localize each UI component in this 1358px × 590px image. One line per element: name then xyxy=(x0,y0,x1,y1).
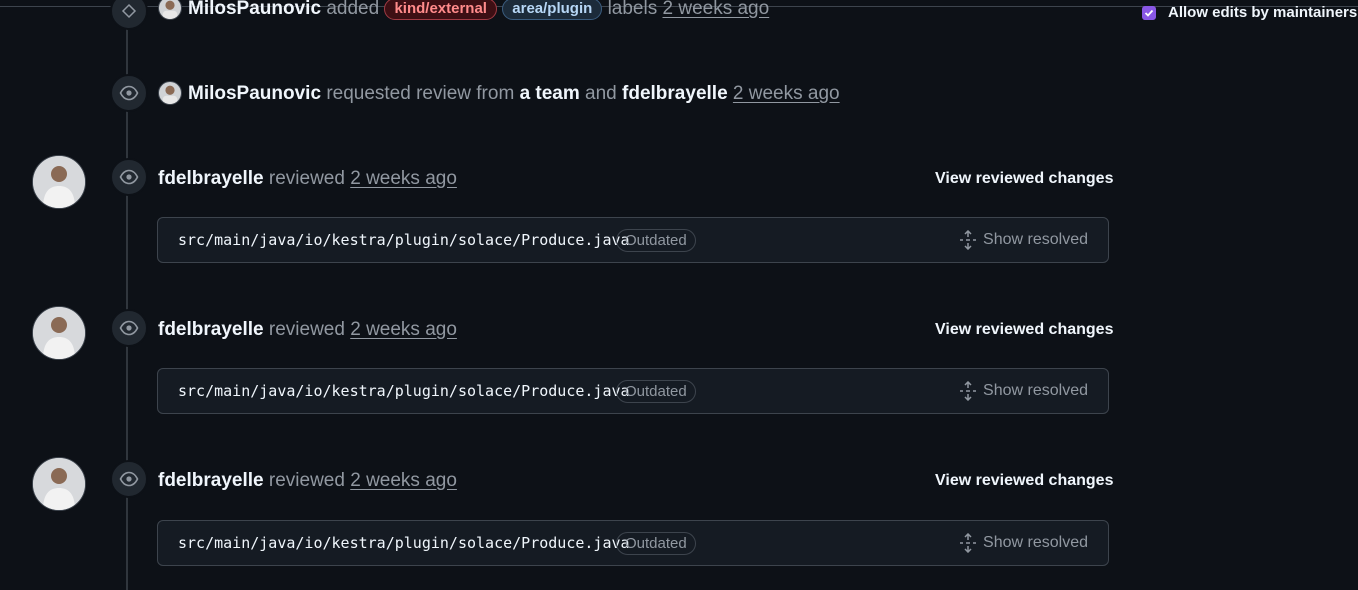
allow-edits-label: Allow edits by maintainers xyxy=(1168,4,1358,21)
check-icon xyxy=(1144,9,1154,17)
label-area-plugin[interactable]: area/plugin xyxy=(502,0,603,20)
outdated-badge: Outdated xyxy=(616,380,696,403)
event-verb: reviewed xyxy=(268,168,345,189)
actor-link[interactable]: MilosPaunovic xyxy=(188,0,321,19)
eye-icon xyxy=(119,85,139,101)
timestamp-link[interactable]: 2 weeks ago xyxy=(663,0,770,19)
view-reviewed-changes-button[interactable]: View reviewed changes xyxy=(935,472,1113,490)
team-link[interactable]: a team xyxy=(520,83,580,104)
and-text: and xyxy=(585,83,617,104)
file-path-link[interactable]: src/main/java/io/kestra/plugin/solace/Pr… xyxy=(178,534,630,552)
labels-event: MilosPaunovic added kind/external area/p… xyxy=(158,0,769,20)
review-request-event: MilosPaunovic requested review from a te… xyxy=(158,81,840,105)
allow-edits-checkbox[interactable] xyxy=(1142,5,1156,20)
outdated-badge: Outdated xyxy=(616,532,696,555)
review-event: fdelbrayelle reviewed 2 weeks ago xyxy=(158,470,457,492)
file-path-link[interactable]: src/main/java/io/kestra/plugin/solace/Pr… xyxy=(178,231,630,249)
avatar[interactable] xyxy=(158,0,182,20)
event-verb: reviewed xyxy=(268,319,345,340)
tag-icon xyxy=(121,3,137,19)
show-resolved-button[interactable]: Show resolved xyxy=(959,230,1088,250)
review-file-box: src/main/java/io/kestra/plugin/solace/Pr… xyxy=(157,217,1109,263)
avatar[interactable] xyxy=(158,81,182,105)
actor-link[interactable]: MilosPaunovic xyxy=(188,83,321,104)
reviewer-link[interactable]: fdelbrayelle xyxy=(622,83,728,104)
show-resolved-button[interactable]: Show resolved xyxy=(959,381,1088,401)
actor-link[interactable]: fdelbrayelle xyxy=(158,168,264,189)
actor-link[interactable]: fdelbrayelle xyxy=(158,319,264,340)
event-verb: added xyxy=(326,0,380,19)
timestamp-link[interactable]: 2 weeks ago xyxy=(350,470,457,491)
review-event: fdelbrayelle reviewed 2 weeks ago xyxy=(158,168,457,190)
show-resolved-label: Show resolved xyxy=(983,382,1088,399)
eye-badge xyxy=(110,158,148,196)
reviewer-avatar[interactable] xyxy=(32,155,86,209)
event-verb: reviewed xyxy=(268,470,345,491)
view-reviewed-changes-button[interactable]: View reviewed changes xyxy=(935,170,1113,188)
show-resolved-button[interactable]: Show resolved xyxy=(959,533,1088,553)
timestamp-link[interactable]: 2 weeks ago xyxy=(733,83,840,104)
review-file-box: src/main/java/io/kestra/plugin/solace/Pr… xyxy=(157,368,1109,414)
show-resolved-label: Show resolved xyxy=(983,231,1088,248)
eye-badge xyxy=(110,309,148,347)
review-file-box: src/main/java/io/kestra/plugin/solace/Pr… xyxy=(157,520,1109,566)
review-event: fdelbrayelle reviewed 2 weeks ago xyxy=(158,319,457,341)
unfold-icon xyxy=(960,533,977,553)
timestamp-link[interactable]: 2 weeks ago xyxy=(350,168,457,189)
eye-badge xyxy=(110,460,148,498)
eye-icon xyxy=(119,320,139,336)
pr-timeline-page: MilosPaunovic added kind/external area/p… xyxy=(0,0,1358,590)
outdated-badge: Outdated xyxy=(616,229,696,252)
view-reviewed-changes-button[interactable]: View reviewed changes xyxy=(935,321,1113,339)
tag-badge xyxy=(110,0,148,30)
unfold-icon xyxy=(960,381,977,401)
eye-badge xyxy=(110,74,148,112)
reviewer-avatar[interactable] xyxy=(32,457,86,511)
label-kind-external[interactable]: kind/external xyxy=(384,0,497,20)
eye-icon xyxy=(119,471,139,487)
reviewer-avatar[interactable] xyxy=(32,306,86,360)
allow-edits-toggle[interactable]: Allow edits by maintainers xyxy=(1142,4,1357,21)
labels-suffix: labels xyxy=(607,0,658,19)
unfold-icon xyxy=(960,230,977,250)
actor-link[interactable]: fdelbrayelle xyxy=(158,470,264,491)
file-path-link[interactable]: src/main/java/io/kestra/plugin/solace/Pr… xyxy=(178,382,630,400)
eye-icon xyxy=(119,169,139,185)
show-resolved-label: Show resolved xyxy=(983,534,1088,551)
timestamp-link[interactable]: 2 weeks ago xyxy=(350,319,457,340)
event-text: requested review from xyxy=(326,83,515,104)
